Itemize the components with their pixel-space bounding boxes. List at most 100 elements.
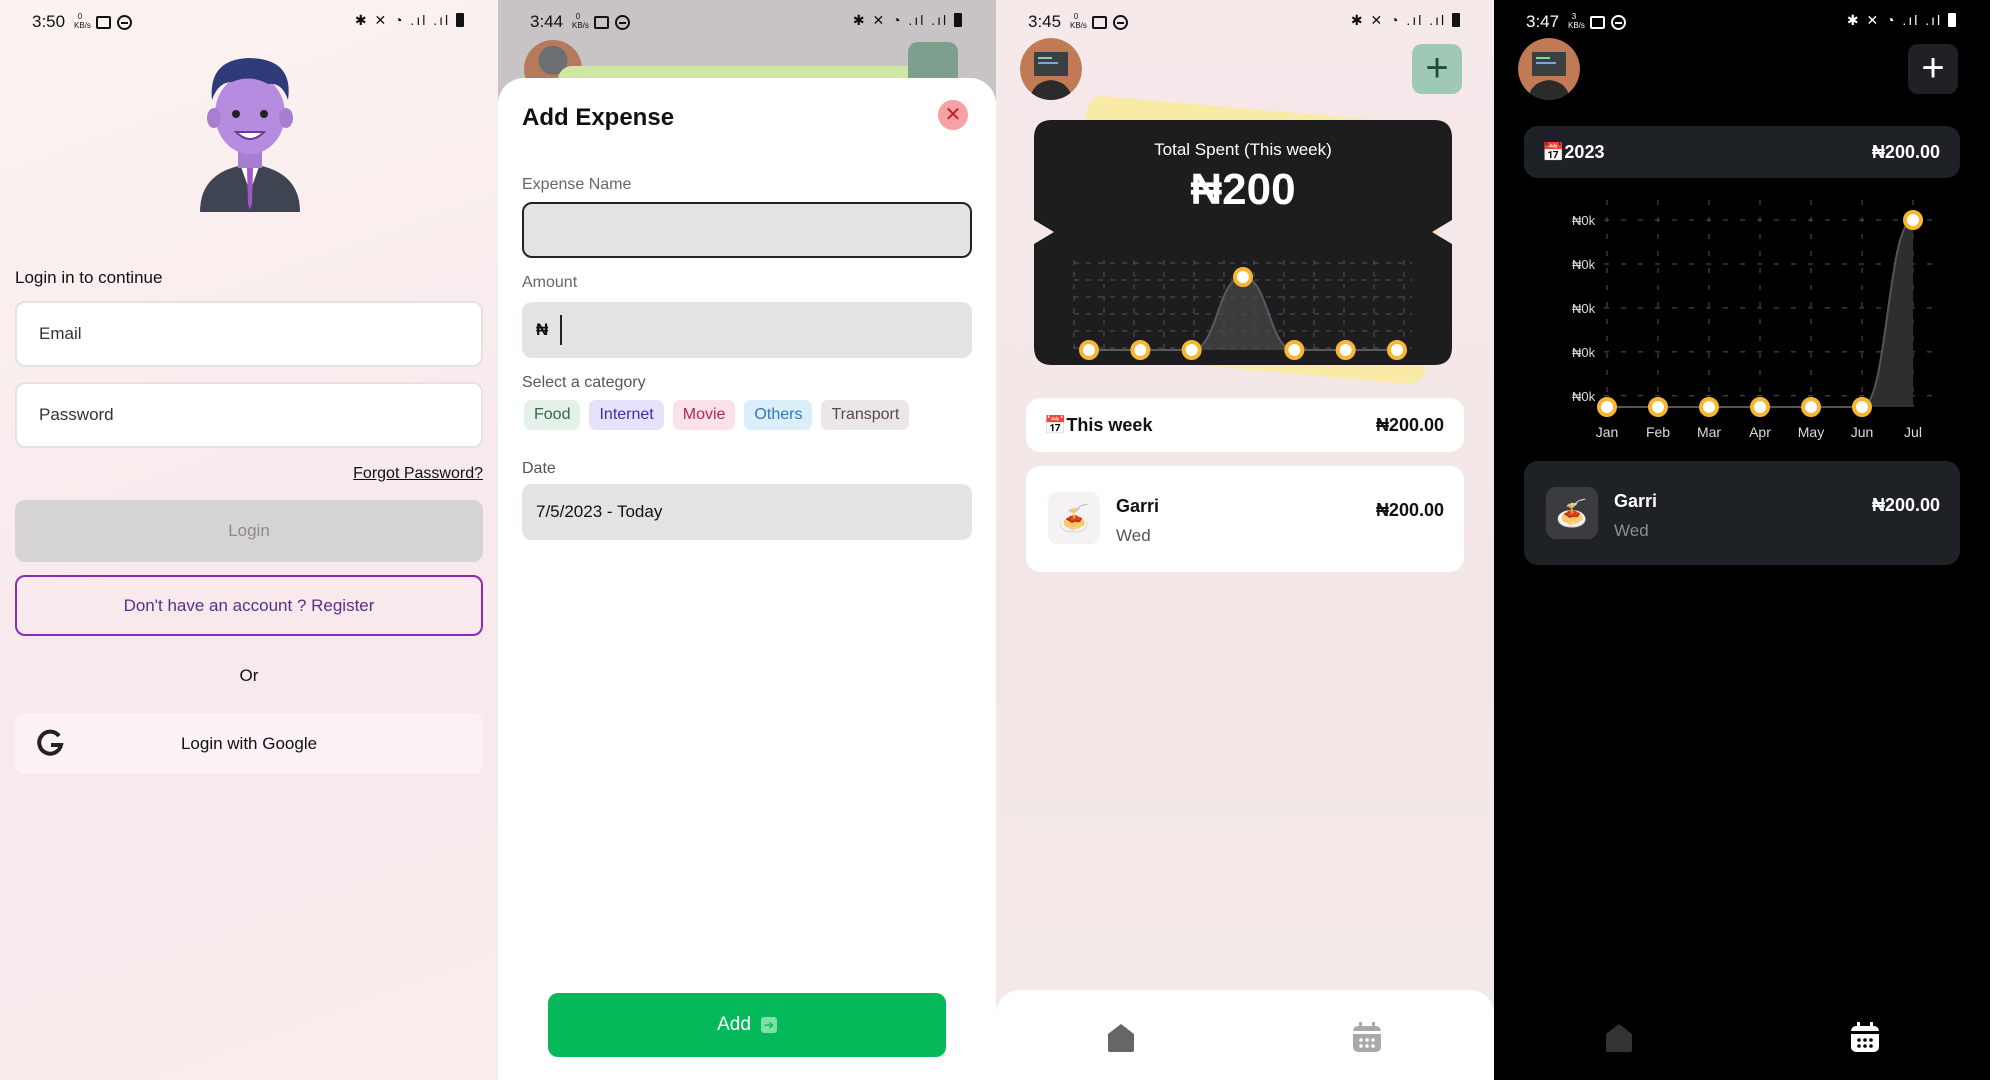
amount-label: Amount	[522, 274, 578, 291]
add-expense-plus-button[interactable]: +	[1412, 44, 1462, 94]
login-screen: 3:50 0 KB/s ✱ ✕ ◔ .ıl .ıl Login in to con…	[0, 0, 498, 1080]
battery-icon	[954, 13, 962, 27]
network-speed: 0 KB/s	[74, 12, 91, 30]
status-bar: 3:50 0 KB/s ✱ ✕ ◔ .ıl .ıl	[0, 10, 498, 36]
add-expense-screen: 3:44 0 KB/s ✱ ✕ ◔ .ıl .ıl Add Expense ✕ E…	[498, 0, 996, 1080]
network-speed: 0 KB/s	[1070, 12, 1087, 30]
data-point	[1903, 210, 1923, 230]
register-button[interactable]: Don't have an account ? Register	[15, 575, 483, 636]
data-point	[1181, 340, 1202, 360]
expense-name-input[interactable]	[522, 202, 972, 258]
category-chip-movie[interactable]: Movie	[672, 400, 736, 430]
year-summary-row[interactable]: 📅2023 ₦200.00	[1524, 126, 1960, 178]
total-spent-card: Total Spent (This week) ₦200	[1034, 120, 1452, 365]
add-expense-button[interactable]: Add ➔	[548, 993, 946, 1057]
login-button[interactable]: Login	[15, 500, 483, 562]
expense-item[interactable]: 🍝 Garri Wed ₦200.00	[1524, 461, 1960, 565]
category-chip-others[interactable]: Others	[744, 400, 813, 430]
status-icons: ✱ ✕ ◔ .ıl .ıl	[853, 12, 962, 29]
x-tick-label: Jan	[1596, 424, 1619, 440]
y-tick-label: ₦0k	[1572, 301, 1596, 316]
data-point	[1130, 340, 1151, 360]
y-tick-label: ₦0k	[1572, 213, 1596, 228]
network-speed: 3 KB/s	[1568, 12, 1585, 30]
status-bar: 3:45 0 KB/s ✱ ✕ ◔ .ıl .ıl	[996, 10, 1494, 36]
yearly-dashboard-screen: 3:47 3 KB/s ✱ ✕ ◔ .ıl .ıl + 📅2023 ₦200.00…	[1494, 0, 1990, 1080]
google-icon	[37, 729, 64, 756]
google-login-label: Login with Google	[180, 733, 318, 753]
expense-item[interactable]: 🍝 Garri Wed ₦200.00	[1026, 466, 1464, 572]
x-tick-label: May	[1798, 424, 1824, 440]
data-point	[1335, 340, 1356, 360]
arrow-right-icon: ➔	[760, 1017, 777, 1033]
category-chip-food[interactable]: Food	[524, 400, 581, 430]
sheet-title: Add Expense	[522, 104, 675, 131]
dnd-icon	[1611, 15, 1626, 30]
data-point	[1699, 397, 1719, 417]
profile-avatar[interactable]	[1020, 38, 1082, 100]
user-avatar-illustration	[200, 58, 300, 212]
date-value: 7/5/2023 - Today	[536, 502, 663, 521]
category-chip-internet[interactable]: Internet	[589, 400, 664, 430]
x-tick-label: Apr	[1749, 424, 1771, 440]
status-time: 3:45	[1028, 12, 1062, 31]
battery-icon	[1948, 13, 1956, 27]
gallery-icon	[96, 16, 111, 29]
this-week-row[interactable]: 📅This week ₦200.00	[1026, 398, 1464, 452]
this-week-label: 📅This week	[1044, 415, 1153, 435]
home-icon[interactable]	[1602, 1020, 1636, 1054]
yearly-spending-chart: ₦0k ₦0k ₦0k ₦0k ₦0k Jan Feb Mar Apr May Jun Jul	[1572, 200, 1934, 440]
add-label: Add	[717, 1014, 751, 1035]
password-placeholder: Password	[39, 405, 114, 424]
category-chip-transport[interactable]: Transport	[821, 400, 910, 430]
category-label: Select a category	[522, 374, 646, 391]
google-login-button[interactable]: Login with Google	[15, 713, 483, 774]
data-point	[1852, 397, 1872, 417]
year-label: 📅2023	[1542, 142, 1605, 162]
date-label: Date	[522, 460, 556, 477]
amount-input[interactable]: ₦	[522, 302, 972, 358]
expense-amount: ₦200.00	[1375, 500, 1444, 520]
calendar-nav-icon[interactable]	[1350, 1020, 1384, 1054]
status-time: 3:44	[530, 12, 564, 31]
status-icons: ✱ ✕ ◔ .ıl .ıl	[355, 12, 464, 29]
status-icons: ✱ ✕ ◔ .ıl .ıl	[1351, 12, 1460, 29]
calendar-icon: 📅	[1044, 415, 1067, 435]
category-chips: Food Internet Movie Others Transport	[524, 400, 910, 430]
weekly-dashboard-screen: 3:45 0 KB/s ✱ ✕ ◔ .ıl .ıl + Total Spent (…	[996, 0, 1494, 1080]
this-week-total: ₦200.00	[1375, 415, 1444, 435]
series-area	[1607, 220, 1913, 407]
year-total: ₦200.00	[1871, 142, 1940, 162]
y-tick-label: ₦0k	[1572, 389, 1596, 404]
series-line	[1607, 219, 1914, 408]
data-point	[1597, 397, 1617, 417]
home-icon[interactable]	[1104, 1020, 1138, 1054]
currency-symbol: ₦	[536, 320, 549, 339]
status-bar: 3:44 0 KB/s ✱ ✕ ◔ .ıl .ıl	[498, 10, 996, 36]
close-button[interactable]: ✕	[938, 100, 968, 130]
gallery-icon	[1590, 16, 1605, 29]
status-time: 3:47	[1526, 12, 1560, 31]
email-field[interactable]: Email	[15, 301, 483, 367]
right-padding	[1990, 0, 2010, 1080]
calendar-icon: 📅	[1542, 142, 1565, 162]
data-point	[1233, 267, 1253, 287]
x-tick-label: Mar	[1697, 424, 1721, 440]
bottom-navigation	[1494, 990, 1990, 1080]
dnd-icon	[615, 15, 630, 30]
profile-avatar[interactable]	[1518, 38, 1580, 100]
data-point	[1284, 340, 1305, 360]
date-input[interactable]: 7/5/2023 - Today	[522, 484, 972, 540]
data-point	[1750, 397, 1770, 417]
gallery-icon	[1092, 16, 1107, 29]
data-point	[1648, 397, 1668, 417]
add-expense-plus-button[interactable]: +	[1908, 44, 1958, 94]
expense-day: Wed	[1614, 521, 1649, 540]
calendar-nav-icon[interactable]	[1848, 1020, 1882, 1054]
dnd-icon	[117, 15, 132, 30]
password-field[interactable]: Password	[15, 382, 483, 448]
data-point	[1387, 340, 1407, 360]
battery-icon	[1452, 13, 1460, 27]
expense-day: Wed	[1116, 526, 1151, 545]
forgot-password-link[interactable]: Forgot Password?	[353, 465, 483, 483]
